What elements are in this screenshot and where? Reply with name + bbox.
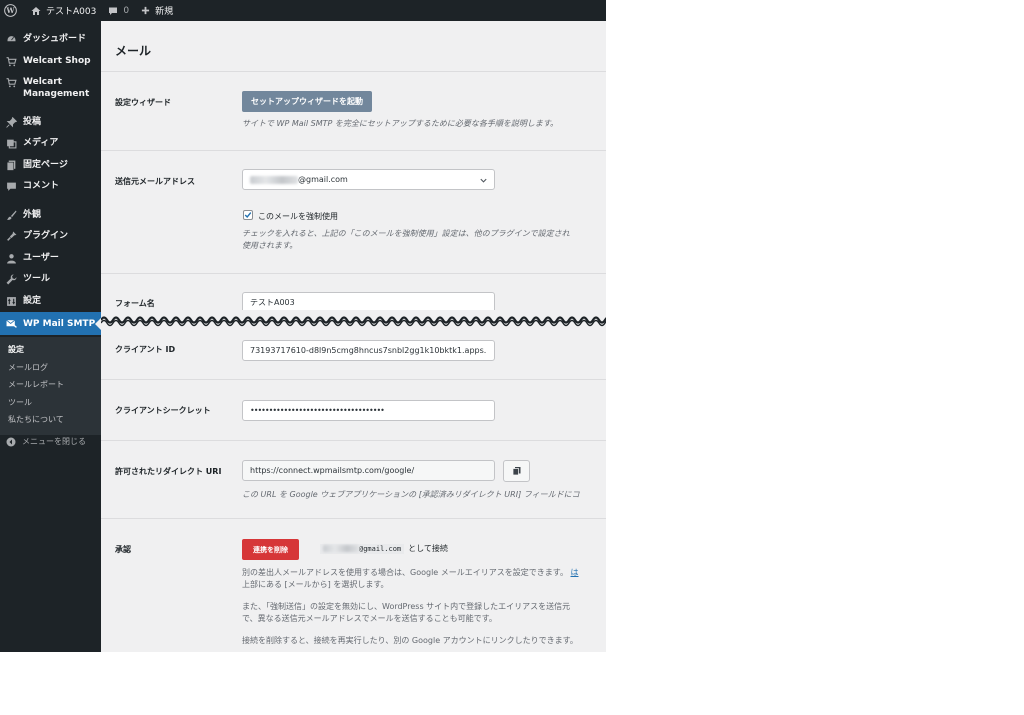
pin-icon (6, 117, 17, 128)
sidebar-item-appearance[interactable]: 外観 (0, 209, 101, 221)
sidebar-item-wp-mail-smtp[interactable]: WP Mail SMTP (0, 312, 101, 335)
client-id-label: クライアント ID (115, 345, 176, 354)
submenu-item-tools[interactable]: ツール (8, 397, 32, 408)
wordpress-logo-button[interactable]: W (0, 0, 25, 21)
redirect-uri-label: 許可されたリダイレクト URI (115, 467, 222, 476)
submenu-item-settings[interactable]: 設定 (8, 344, 24, 355)
from-email-value: @gmail.com (298, 175, 348, 184)
redacted-email-user (250, 175, 298, 184)
wordpress-logo-icon: W (4, 4, 17, 17)
sidebar-item-posts[interactable]: 投稿 (0, 116, 101, 128)
page-icon (6, 160, 16, 171)
force-email-label: このメールを強制使用 (258, 212, 338, 221)
alias-note-line-1: 別の差出人メールアドレスを使用する場合は、Google メールエイリアスを設定で… (242, 568, 579, 577)
media-icon (7, 139, 17, 149)
sidebar-item-tools[interactable]: ツール (0, 273, 101, 285)
sidebar-item-plugins[interactable]: プラグイン (0, 230, 101, 242)
sidebar-item-settings[interactable]: 設定 (0, 295, 101, 307)
submenu-item-about-us[interactable]: 私たちについて (8, 414, 64, 425)
from-name-label: フォーム名 (115, 299, 155, 308)
remove-note: 接続を削除すると、接続を再実行したり、別の Google アカウントにリンクした… (242, 636, 578, 645)
force-note-line-2: で、異なる送信元メールアドレスでメールを送信することも可能です。 (242, 614, 497, 623)
new-content-link[interactable]: 新規 (135, 0, 179, 21)
redirect-uri-description: この URL を Google ウェブアプリケーションの [承認済みリダイレクト… (242, 490, 580, 499)
connected-email: @gmail.com (320, 543, 405, 554)
from-email-select[interactable]: @gmail.com (242, 169, 495, 190)
sidebar-item-media[interactable]: メディア (0, 137, 101, 149)
sidebar-item-comments[interactable]: コメント (0, 180, 101, 192)
user-icon (7, 254, 16, 264)
launch-wizard-button[interactable]: セットアップウィザードを起動 (242, 91, 372, 112)
client-secret-label: クライアントシークレット (115, 406, 211, 415)
wizard-label: 設定ウィザード (115, 98, 171, 107)
wp-mail-smtp-submenu: 設定 メールログ メールレポート ツール 私たちについて (0, 337, 101, 435)
collapse-arrow-icon (6, 437, 16, 446)
cart-icon (6, 57, 17, 67)
copy-uri-button[interactable] (503, 460, 530, 482)
cart-icon (6, 78, 17, 88)
admin-sidebar: ダッシュボード Welcart Shop Welcart Management … (0, 21, 101, 652)
plugin-icon (7, 231, 17, 241)
section-divider (101, 71, 606, 72)
copy-icon (512, 467, 520, 476)
force-email-description-2: 使用されます。 (242, 241, 298, 250)
site-name: テストA003 (46, 7, 97, 17)
connected-text: として接続 (408, 544, 448, 553)
section-divider (101, 150, 606, 151)
page-title: メール (115, 44, 152, 58)
sidebar-item-users[interactable]: ユーザー (0, 252, 101, 264)
admin-bar: W テストA003 0 新規 (0, 0, 606, 21)
sidebar-item-pages[interactable]: 固定ページ (0, 159, 101, 171)
comment-bubble-icon (109, 7, 118, 15)
section-divider (101, 273, 606, 274)
redacted-email-user (323, 545, 359, 552)
comments-count: 0 (123, 5, 130, 16)
from-email-label: 送信元メールアドレス (115, 177, 195, 186)
section-divider (101, 518, 606, 519)
brush-icon (7, 210, 17, 220)
site-name-link[interactable]: テストA003 (25, 0, 102, 21)
plus-icon (141, 6, 150, 15)
client-id-input[interactable]: 73193717610-d8l9n5cmg8hncus7snbl2gg1k10b… (242, 340, 495, 361)
collapse-menu-label: メニューを閉じる (22, 437, 86, 446)
section-divider (101, 379, 606, 380)
submenu-item-email-log[interactable]: メールログ (8, 362, 48, 373)
svg-text:W: W (5, 6, 15, 15)
screenshot-frame: W テストA003 0 新規 ダッシュボード Welcart Shop Welc… (0, 0, 606, 652)
wizard-description: サイトで WP Mail SMTP を完全にセットアップするために必要な各手順を… (242, 119, 559, 128)
force-email-checkbox[interactable] (243, 210, 253, 220)
mail-icon (6, 319, 17, 328)
alias-note-line-2: 上部にある [メールから] を選択します。 (242, 580, 389, 589)
collapse-menu-button[interactable]: メニューを閉じる (6, 436, 86, 447)
comment-icon (7, 182, 16, 191)
screenshot-break-wave (101, 310, 606, 334)
remove-connection-button[interactable]: 連携を削除 (242, 539, 299, 560)
comments-link[interactable]: 0 (102, 0, 135, 21)
wrench-icon (6, 274, 17, 285)
sidebar-item-welcart-shop[interactable]: Welcart Shop (0, 55, 101, 67)
sidebar-item-welcart-management[interactable]: Welcart Management (0, 76, 101, 100)
chevron-down-icon (480, 178, 487, 183)
force-note-line-1: また、「強制送信」の設定を無効にし、WordPress サイト内で登録したエイリ… (242, 602, 571, 611)
section-divider (101, 440, 606, 441)
dashboard-icon (6, 35, 17, 43)
alias-help-link[interactable]: は (571, 568, 579, 577)
settings-content: メール 設定ウィザード セットアップウィザードを起動 サイトで WP Mail … (101, 21, 606, 652)
redirect-uri-input[interactable]: https://connect.wpmailsmtp.com/google/ (242, 460, 495, 481)
home-icon (31, 6, 41, 15)
new-label: 新規 (155, 7, 174, 17)
settings-icon (7, 297, 16, 306)
sidebar-item-dashboard[interactable]: ダッシュボード (0, 33, 101, 45)
checkmark-icon (244, 212, 252, 219)
authorization-label: 承認 (115, 545, 131, 554)
connected-account: @gmail.com として接続 (320, 543, 448, 554)
client-secret-input[interactable]: •••••••••••••••••••••••••••••••••••• (242, 400, 495, 421)
force-email-description-1: チェックを入れると、上記の「このメールを強制使用」設定は、他のプラグインで設定さ… (242, 229, 570, 238)
submenu-item-email-reports[interactable]: メールレポート (8, 379, 64, 390)
